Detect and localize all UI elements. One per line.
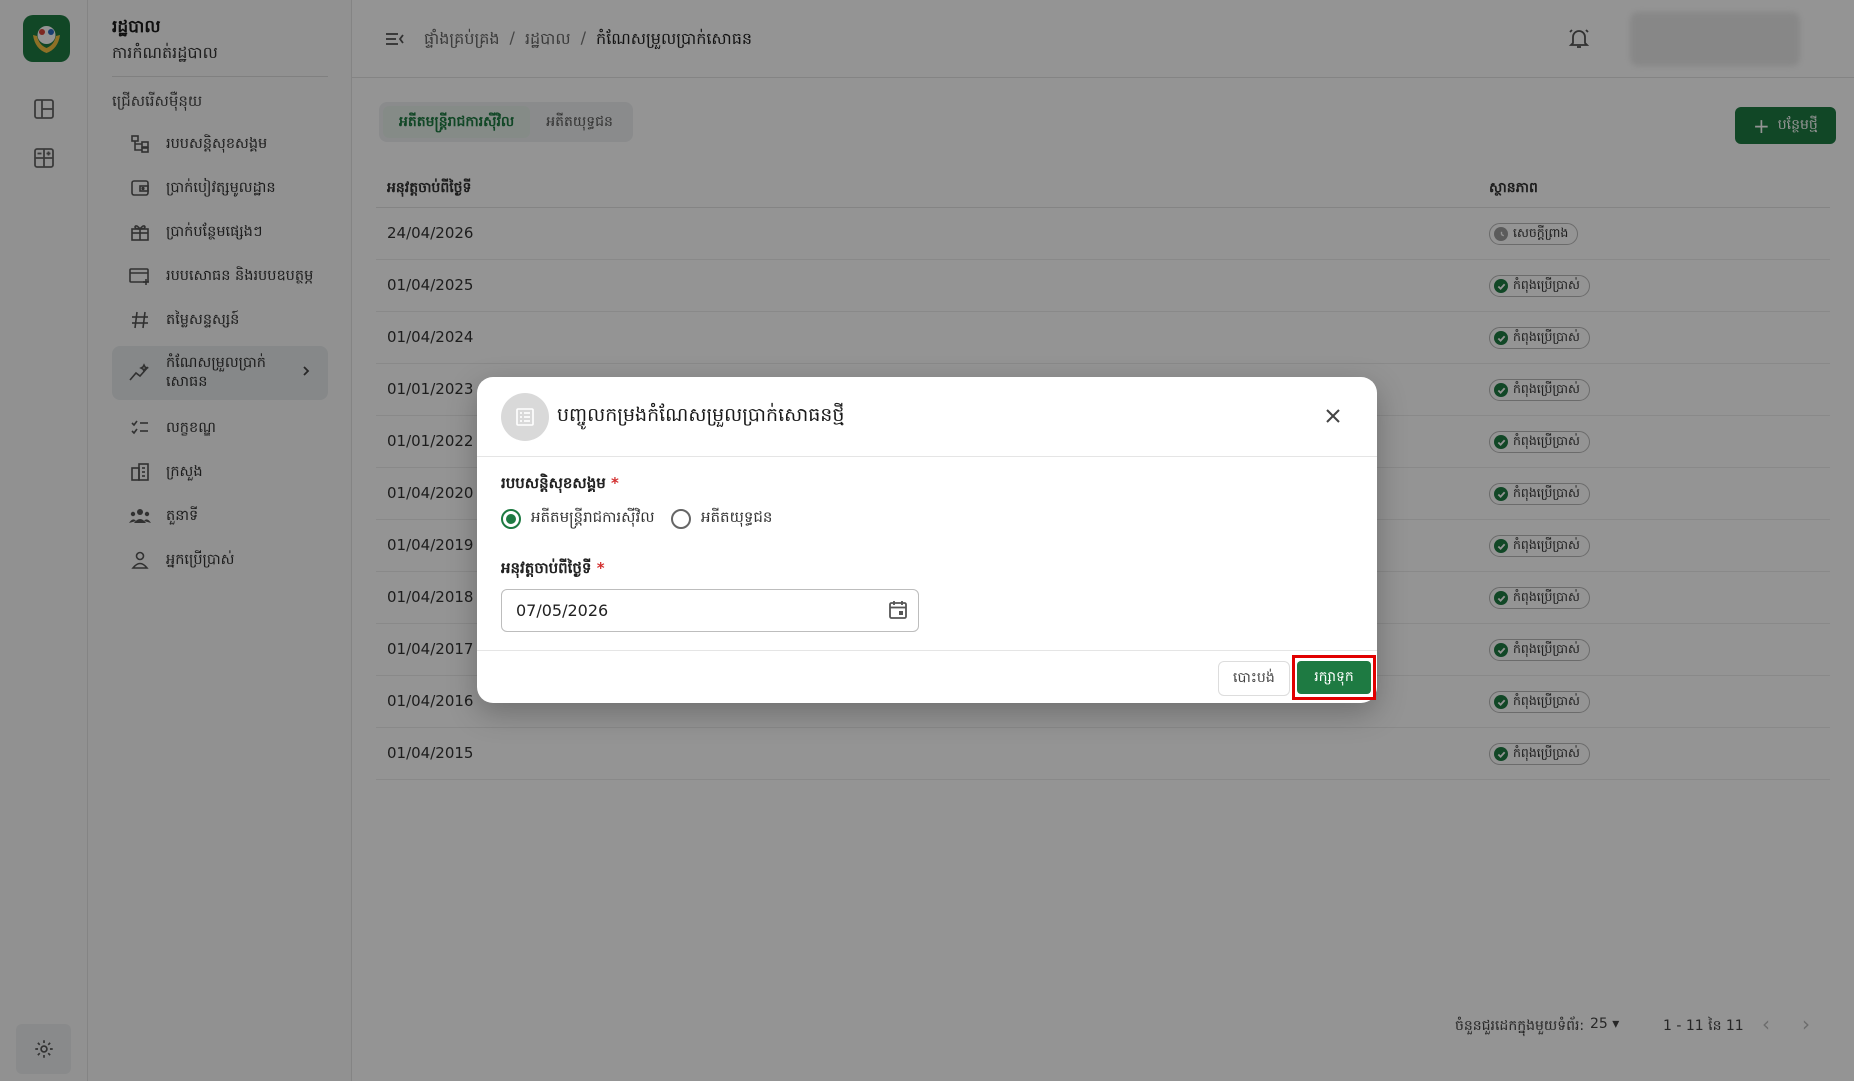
document-list-icon (501, 393, 549, 441)
radio-civil-servants-control[interactable] (501, 509, 521, 529)
new-adjustment-dialog: បញ្ចូលកម្រងកំណែសម្រួលប្រាក់សោធនថ្មី របបស… (477, 377, 1377, 703)
dialog-header: បញ្ចូលកម្រងកំណែសម្រួលប្រាក់សោធនថ្មី (477, 377, 1377, 457)
radio-veterans-label: អតីតយុទ្ធជន (701, 508, 773, 526)
effective-date-field-label: អនុវត្តចាប់ពីថ្ងៃទី * (501, 559, 605, 577)
cancel-button[interactable]: បោះបង់ (1218, 661, 1290, 696)
calendar-icon[interactable] (887, 599, 909, 625)
radio-civil-servants[interactable]: អតីតមន្ត្រីរាជការស៊ីវិល (501, 508, 655, 530)
close-icon[interactable] (1320, 403, 1346, 429)
radio-veterans-control[interactable] (671, 509, 691, 529)
save-button[interactable]: រក្សាទុក (1297, 661, 1371, 694)
radio-civil-servants-label: អតីតមន្ត្រីរាជការស៊ីវិល (531, 508, 655, 526)
scheme-field-label: របបសន្តិសុខសង្គម * (501, 474, 619, 492)
save-button-highlight: រក្សាទុក (1292, 655, 1376, 700)
dialog-title: បញ្ចូលកម្រងកំណែសម្រួលប្រាក់សោធនថ្មី (557, 404, 845, 426)
dialog-footer: បោះបង់ រក្សាទុក (477, 650, 1377, 703)
radio-veterans[interactable]: អតីតយុទ្ធជន (671, 508, 772, 530)
effective-date-input[interactable] (501, 589, 919, 632)
